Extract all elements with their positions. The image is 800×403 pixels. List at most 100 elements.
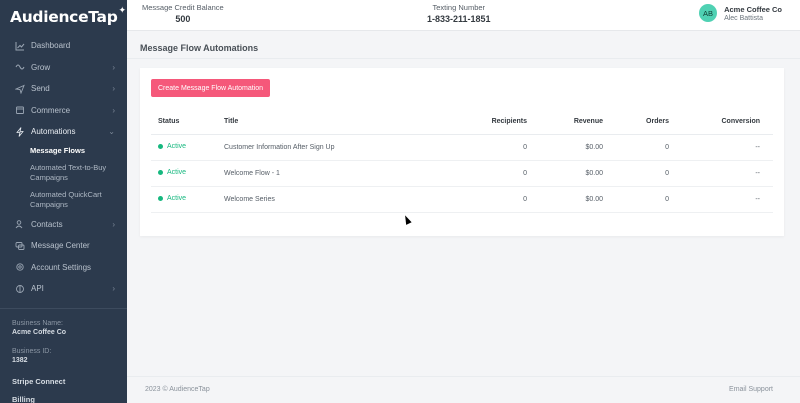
- chevron-right-icon: ›: [112, 84, 115, 94]
- page-title: Message Flow Automations: [140, 43, 259, 53]
- brand-logo[interactable]: AudienceTap ✦: [0, 0, 127, 33]
- submenu-item-message-flows[interactable]: Message Flows: [30, 143, 127, 160]
- sidebar-nav: Dashboard Grow › Send › Commerce › Autom…: [0, 35, 127, 300]
- chevron-right-icon: ›: [112, 105, 115, 115]
- automations-submenu: Message Flows Automated Text-to-Buy Camp…: [0, 143, 127, 214]
- column-header-title: Title: [224, 110, 424, 135]
- avatar[interactable]: AB: [699, 4, 718, 22]
- status-text: Active: [167, 195, 187, 202]
- user-menu[interactable]: AB Acme Coffee Co Alec Battista: [699, 4, 782, 22]
- sidebar-item-label: Grow: [31, 62, 51, 72]
- column-header-recipients: Recipients: [424, 110, 527, 135]
- sidebar-item-api[interactable]: API ›: [0, 278, 127, 300]
- chart-icon: [14, 40, 25, 51]
- status-cell: Active: [151, 160, 224, 187]
- credit-balance: Message Credit Balance 500: [142, 3, 224, 24]
- sidebar-item-label: Commerce: [31, 105, 71, 115]
- title-divider: [127, 58, 800, 59]
- cart-icon: [14, 105, 25, 116]
- chevron-right-icon: ›: [112, 62, 115, 72]
- texting-number-label: Texting Number: [432, 3, 486, 12]
- business-id-label: Business ID:: [12, 347, 52, 355]
- submenu-item-quickcart[interactable]: Automated QuickCart Campaigns: [30, 187, 127, 214]
- recipients-cell: 0: [424, 160, 527, 187]
- sidebar-item-commerce[interactable]: Commerce ›: [0, 100, 127, 122]
- sidebar-item-label: Account Settings: [31, 262, 92, 272]
- create-automation-button[interactable]: Create Message Flow Automation: [151, 79, 271, 97]
- sidebar-item-contacts[interactable]: Contacts ›: [0, 214, 127, 236]
- org-name: Acme Coffee Co: [724, 4, 782, 14]
- status-dot-icon: [158, 170, 163, 175]
- billing-link[interactable]: Billing: [0, 386, 127, 403]
- sidebar-item-send[interactable]: Send ›: [0, 78, 127, 100]
- recipients-cell: 0: [424, 134, 527, 161]
- grow-icon: [14, 62, 25, 73]
- sidebar-item-automations[interactable]: Automations ⌄: [0, 121, 127, 143]
- column-header-conversion: Conversion: [669, 110, 773, 135]
- sidebar: AudienceTap ✦ Dashboard Grow › Send › Co…: [0, 0, 127, 403]
- brand-name: AudienceTap: [10, 7, 118, 26]
- title-cell[interactable]: Welcome Flow - 1: [224, 160, 424, 187]
- sidebar-item-label: Message Center: [31, 241, 90, 251]
- sidebar-item-dashboard[interactable]: Dashboard: [0, 35, 127, 57]
- send-icon: [14, 83, 25, 94]
- automations-card: Create Message Flow Automation Status Ti…: [140, 68, 784, 236]
- top-bar: Message Credit Balance 500 Texting Numbe…: [127, 0, 800, 31]
- user-name: Alec Battista: [724, 14, 763, 22]
- sidebar-item-label: API: [31, 284, 44, 294]
- conversion-cell: --: [669, 134, 773, 161]
- api-icon: [14, 283, 25, 294]
- status-cell: Active: [151, 186, 224, 213]
- chevron-right-icon: ›: [112, 219, 115, 229]
- status-dot-icon: [158, 144, 163, 149]
- email-support-link[interactable]: Email Support: [729, 386, 773, 393]
- sparkle-icon: ✦: [118, 5, 127, 15]
- orders-cell: 0: [603, 186, 669, 213]
- stripe-connect-link[interactable]: Stripe Connect: [0, 375, 127, 386]
- status-dot-icon: [158, 196, 163, 201]
- status-badge: Active: [158, 195, 186, 202]
- sidebar-item-account-settings[interactable]: Account Settings: [0, 257, 127, 279]
- status-text: Active: [167, 143, 187, 150]
- column-header-status: Status: [151, 110, 224, 135]
- sidebar-item-label: Dashboard: [31, 41, 71, 51]
- sidebar-item-message-center[interactable]: Message Center: [0, 235, 127, 257]
- title-cell[interactable]: Welcome Series: [224, 186, 424, 213]
- title-cell[interactable]: Customer Information After Sign Up: [224, 134, 424, 161]
- revenue-cell: $0.00: [527, 160, 603, 187]
- revenue-cell: $0.00: [527, 134, 603, 161]
- business-name-value: Acme Coffee Co: [12, 328, 67, 336]
- status-cell: Active: [151, 134, 224, 161]
- business-info: Business Name: Acme Coffee Co Business I…: [0, 309, 127, 365]
- chevron-down-icon: ⌄: [108, 127, 115, 137]
- sidebar-item-label: Send: [31, 84, 50, 94]
- automations-table: Status Title Recipients Revenue Orders C…: [151, 110, 773, 213]
- business-id-value: 1382: [12, 356, 28, 364]
- status-badge: Active: [158, 169, 186, 176]
- column-header-orders: Orders: [603, 110, 669, 135]
- credit-balance-value: 500: [175, 14, 191, 24]
- orders-cell: 0: [603, 134, 669, 161]
- conversion-cell: --: [669, 160, 773, 187]
- sidebar-item-label: Contacts: [31, 219, 63, 229]
- column-header-revenue: Revenue: [527, 110, 603, 135]
- chat-icon: [14, 240, 25, 251]
- submenu-item-text-to-buy[interactable]: Automated Text-to-Buy Campaigns: [30, 160, 127, 187]
- table-row[interactable]: Active Customer Information After Sign U…: [151, 134, 773, 161]
- table-row[interactable]: Active Welcome Flow - 1 0 $0.00 0 --: [151, 160, 773, 187]
- business-name-label: Business Name:: [12, 319, 63, 327]
- copyright-text: 2023 © AudienceTap: [145, 386, 210, 393]
- table-row[interactable]: Active Welcome Series 0 $0.00 0 --: [151, 186, 773, 213]
- contacts-icon: [14, 219, 25, 230]
- user-info: Acme Coffee Co Alec Battista: [724, 5, 782, 22]
- chevron-right-icon: ›: [112, 284, 115, 294]
- conversion-cell: --: [669, 186, 773, 213]
- status-badge: Active: [158, 143, 186, 150]
- bolt-icon: [14, 126, 25, 137]
- table-header-row: Status Title Recipients Revenue Orders C…: [151, 110, 773, 135]
- sidebar-item-grow[interactable]: Grow ›: [0, 57, 127, 79]
- gear-icon: [14, 262, 25, 273]
- credit-balance-label: Message Credit Balance: [142, 3, 224, 12]
- page-footer: 2023 © AudienceTap Email Support: [127, 376, 800, 403]
- texting-number-value: 1-833-211-1851: [427, 14, 491, 24]
